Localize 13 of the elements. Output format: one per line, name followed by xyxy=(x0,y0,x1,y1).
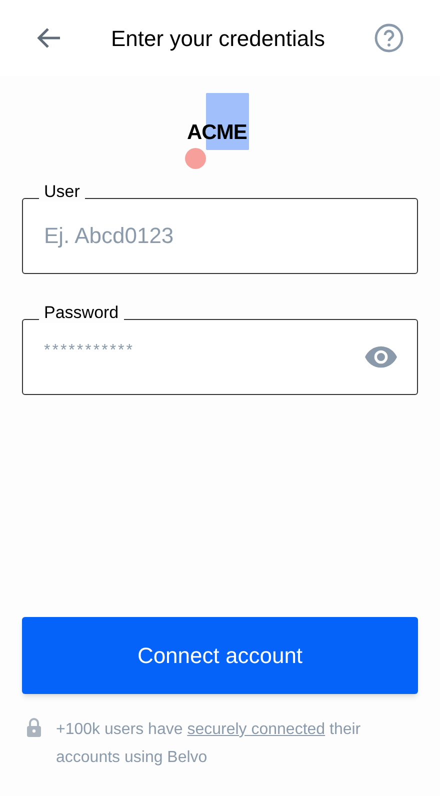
page-title: Enter your credentials xyxy=(110,24,326,53)
back-arrow-icon[interactable] xyxy=(36,27,62,49)
eye-icon[interactable] xyxy=(365,346,397,368)
lock-icon xyxy=(26,718,42,737)
password-field[interactable]: *********** xyxy=(22,319,418,395)
help-icon[interactable] xyxy=(374,23,404,53)
acme-logo: ACME xyxy=(185,93,255,171)
connect-button[interactable]: Connect account xyxy=(22,617,418,694)
field-label: Password xyxy=(39,303,124,323)
user-field[interactable]: Ej. Abcd0123 xyxy=(22,198,418,274)
securely-connected-link[interactable]: securely connected xyxy=(187,721,326,738)
security-note: +100k users have securely connected their accounts using Belvo xyxy=(56,720,362,768)
field-label: User xyxy=(39,182,85,202)
